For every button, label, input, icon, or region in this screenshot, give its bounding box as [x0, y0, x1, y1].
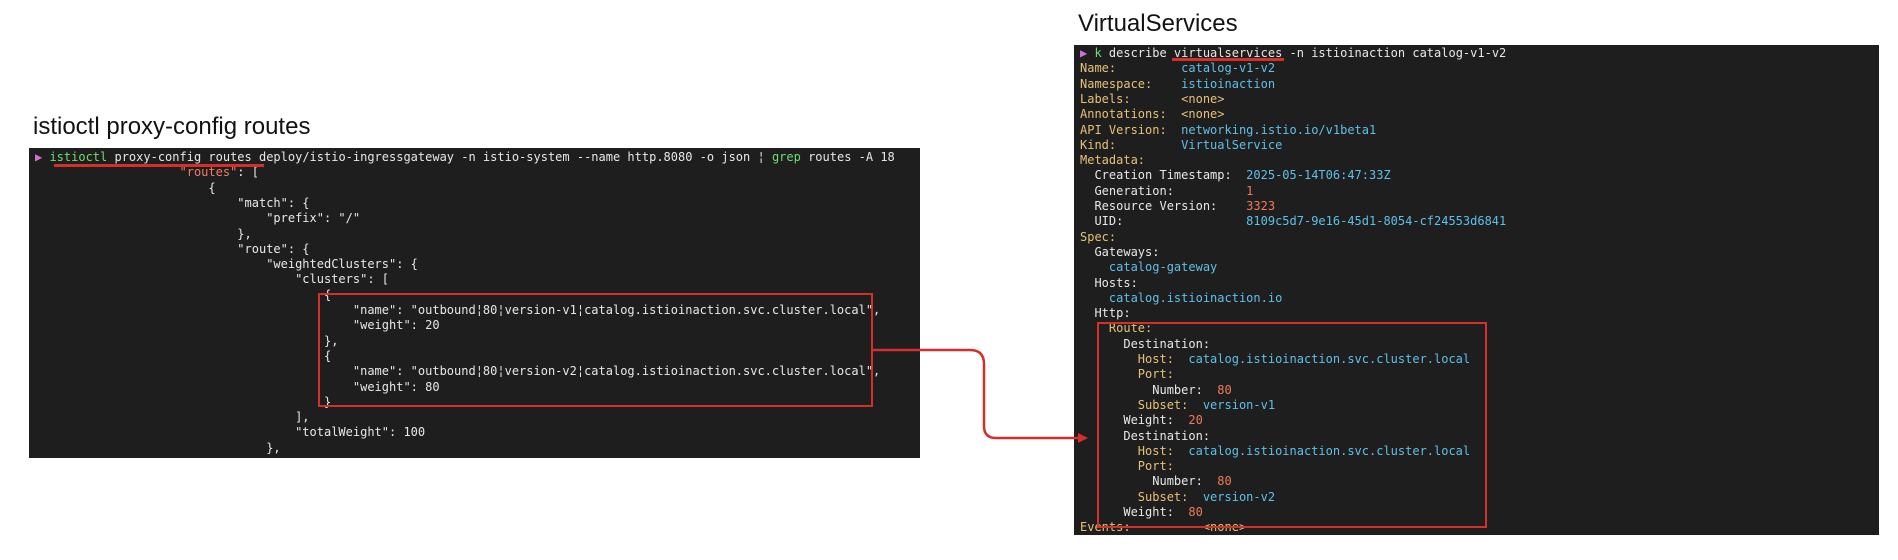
terminal-token: Kind: [1080, 137, 1182, 152]
terminal-line: { [35, 349, 331, 364]
terminal-line: "weightedClusters": { [35, 257, 418, 272]
terminal-line: "totalWeight": 100 [35, 425, 425, 440]
terminal-token: "route": { [35, 241, 310, 256]
terminal-token: k [1094, 46, 1102, 60]
terminal-token: Annotations: [1080, 107, 1182, 122]
terminal-token: Namespace: [1080, 76, 1182, 91]
terminal-line: Generation: 1 [1080, 184, 1253, 199]
terminal-line: }, [35, 440, 281, 456]
terminal-token: istioctl [49, 150, 108, 164]
terminal-token: Name: [1080, 61, 1182, 76]
terminal-token: "match": { [35, 195, 310, 210]
terminal-token: networking.istio.io/v1beta1 [1181, 122, 1377, 137]
terminal-line: UID: 8109c5d7-9e16-45d1-8054-cf24553d684… [1080, 214, 1506, 229]
left-panel-heading: istioctl proxy-config routes [33, 113, 311, 140]
terminal-line: "match": { [35, 195, 310, 211]
terminal-line: Kind: VirtualService [1080, 138, 1282, 153]
terminal-token: VirtualService [1181, 137, 1283, 152]
terminal-line: }, [35, 334, 338, 349]
terminal-line: Spec: [1080, 230, 1116, 245]
terminal-token: routes -A 18 [800, 150, 895, 164]
terminal-token: catalog-v1-v2 [1181, 61, 1276, 76]
terminal-token: UID: [1080, 214, 1247, 229]
terminal-line: catalog-gateway [1080, 260, 1217, 275]
terminal-token: Spec: [1080, 229, 1117, 244]
terminal-line: Gateways: [1080, 245, 1159, 260]
terminal-token: describe virtualservices -n istioinactio… [1101, 46, 1507, 60]
terminal-line: catalog.istioinaction.io [1080, 291, 1282, 306]
terminal-line: } [35, 395, 331, 410]
virtualservices-command-underline [1172, 58, 1284, 61]
terminal-token: Labels: [1080, 91, 1182, 106]
terminal-line: "routes": [ [35, 165, 259, 180]
terminal-token: } [35, 394, 332, 409]
terminal-token: grep [771, 150, 801, 164]
terminal-token: catalog.istioinaction.io [1108, 290, 1283, 305]
terminal-line: Labels: <none> [1080, 92, 1225, 107]
terminal-line: }, [35, 226, 252, 242]
terminal-token: "weightedClusters": { [35, 257, 418, 272]
terminal-line: ], [35, 410, 310, 425]
terminal-line: Resource Version: 3323 [1080, 199, 1275, 214]
terminal-token: ▶ [35, 150, 50, 164]
terminal-line: Hosts: [1080, 275, 1138, 291]
terminal-token: }, [35, 226, 252, 241]
terminal-token: }, [35, 440, 281, 455]
terminal-token: "routes" [179, 165, 238, 180]
terminal-token: <none> [1181, 107, 1225, 122]
terminal-token: { [35, 287, 332, 302]
terminal-line: Metadata: [1080, 153, 1145, 168]
terminal-token: "totalWeight": 100 [35, 425, 426, 440]
terminal-token: ¦ [757, 150, 765, 164]
istioctl-command-underline [54, 164, 264, 167]
terminal-token: Http: [1080, 306, 1131, 321]
terminal-line: ▶ istioctl proxy-config routes deploy/is… [35, 150, 895, 165]
terminal-token: Generation: [1080, 183, 1247, 198]
terminal-line: Creation Timestamp: 2025-05-14T06:47:33Z [1080, 168, 1391, 183]
terminal-token: API Version: [1080, 122, 1182, 137]
terminal-token: Hosts: [1080, 275, 1138, 290]
terminal-token: "clusters": [ [35, 272, 390, 287]
terminal-token: }, [35, 333, 339, 348]
terminal-token: Creation Timestamp: [1080, 168, 1247, 183]
terminal-token: { [35, 348, 332, 363]
terminal-token: 2025-05-14T06:47:33Z [1246, 168, 1391, 183]
terminal-line: "route": { [35, 241, 310, 257]
terminal-token: Resource Version: [1080, 199, 1247, 213]
terminal-token: 8109c5d7-9e16-45d1-8054-cf24553d6841 [1246, 214, 1507, 229]
terminal-token: <none> [1181, 91, 1225, 106]
terminal-line: Annotations: <none> [1080, 107, 1225, 122]
terminal-line: Name: catalog-v1-v2 [1080, 61, 1275, 76]
terminal-line: "clusters": [ [35, 272, 389, 287]
terminal-token: { [35, 180, 216, 195]
terminal-line: { [35, 180, 216, 196]
terminal-token: proxy-config routes deploy/istio-ingress… [107, 150, 758, 164]
right-panel-heading: VirtualServices [1078, 10, 1238, 37]
terminal-token: ], [35, 410, 310, 425]
terminal-token: : [ [237, 165, 259, 180]
terminal-token: 1 [1246, 183, 1254, 198]
terminal-token: catalog-gateway [1108, 260, 1218, 275]
terminal-token: istioinaction [1181, 76, 1276, 91]
weighted-clusters-highlight-box [318, 293, 873, 407]
terminal-token: ▶ [1080, 46, 1095, 60]
terminal-token: Metadata: [1080, 153, 1146, 168]
terminal-line: { [35, 288, 331, 303]
terminal-line: Http: [1080, 306, 1131, 321]
http-route-highlight-box [1097, 322, 1487, 528]
terminal-token: Gateways: [1080, 244, 1160, 259]
terminal-line: Namespace: istioinaction [1080, 77, 1275, 92]
terminal-line: API Version: networking.istio.io/v1beta1 [1080, 123, 1376, 138]
terminal-token: 3323 [1246, 199, 1276, 213]
terminal-line: ▶ k describe virtualservices -n istioina… [1080, 46, 1506, 61]
terminal-line: "prefix": "/" [35, 211, 360, 226]
terminal-token: "prefix": "/" [35, 211, 361, 226]
